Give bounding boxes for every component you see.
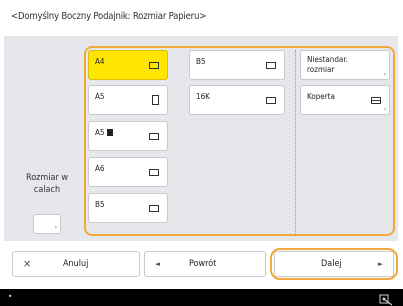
paper-a5-portrait-button[interactable]: A5 [88, 85, 168, 115]
custom-size-label-line2: rozmiar [307, 65, 335, 74]
portrait-paper-icon [152, 95, 159, 105]
cancel-button[interactable]: × Anuluj [12, 251, 140, 277]
network-settings-icon[interactable] [379, 291, 393, 306]
inch-size-column: Rozmiar w calach › [12, 48, 82, 234]
paper-a5-landscape-label: A5 [95, 128, 105, 137]
more-arrow-icon: › [54, 224, 57, 231]
inch-size-button[interactable]: › [33, 214, 61, 234]
landscape-mark-icon [107, 129, 113, 136]
paper-a6-label: A6 [95, 164, 105, 173]
next-button[interactable]: Dalej ► [274, 251, 394, 277]
close-icon: × [23, 257, 32, 270]
paper-a4-button[interactable]: A4 [88, 50, 168, 80]
inch-size-label-line2: calach [33, 185, 61, 195]
back-arrow-icon: ◄ [155, 260, 160, 268]
more-arrow-icon: › [383, 106, 386, 113]
paper-b5-label: B5 [95, 200, 105, 209]
back-button[interactable]: ◄ Powrót [144, 251, 266, 277]
landscape-paper-icon [149, 169, 159, 176]
status-bar: • [0, 289, 403, 306]
landscape-paper-icon [149, 133, 159, 140]
action-bar: × Anuluj ◄ Powrót Dalej ► [4, 248, 398, 280]
paper-a6-button[interactable]: A6 [88, 157, 168, 187]
inch-size-label: Rozmiar w calach [12, 172, 82, 196]
page-title: <Domyślny Boczny Podajnik: Rozmiar Papie… [11, 11, 207, 22]
custom-size-button[interactable]: Niestandar. rozmiar › [300, 50, 390, 80]
next-label: Dalej [321, 259, 342, 269]
envelope-button[interactable]: Koperta › [300, 85, 390, 115]
more-arrow-icon: › [383, 71, 386, 78]
landscape-paper-icon [266, 97, 276, 104]
paper-16k-button[interactable]: 16K [189, 85, 285, 115]
paper-size-panel: Rozmiar w calach › A4 A5 A5 A6 B5 B5 16K [4, 36, 398, 241]
paper-a5-landscape-button[interactable]: A5 [88, 121, 168, 151]
paper-b5-label: B5 [196, 57, 206, 66]
custom-size-label-line1: Niestandar. [307, 55, 348, 64]
inch-size-label-line1: Rozmiar w [25, 173, 69, 183]
landscape-paper-icon [266, 62, 276, 69]
status-indicator-icon: • [8, 292, 13, 301]
landscape-paper-icon [149, 62, 159, 69]
custom-size-label: Niestandar. rozmiar [307, 55, 348, 75]
envelope-label: Koperta [307, 92, 335, 101]
paper-a5-label: A5 [95, 92, 105, 101]
paper-16k-label: 16K [196, 92, 210, 101]
envelope-icon [371, 97, 381, 104]
paper-b5-landscape-button[interactable]: B5 [88, 193, 168, 223]
back-label: Powrót [189, 259, 217, 269]
paper-a4-label: A4 [95, 57, 105, 66]
landscape-paper-icon [149, 205, 159, 212]
paper-b5-button[interactable]: B5 [189, 50, 285, 80]
cancel-label: Anuluj [63, 259, 89, 269]
column-divider [295, 50, 296, 234]
next-arrow-icon: ► [378, 260, 383, 268]
